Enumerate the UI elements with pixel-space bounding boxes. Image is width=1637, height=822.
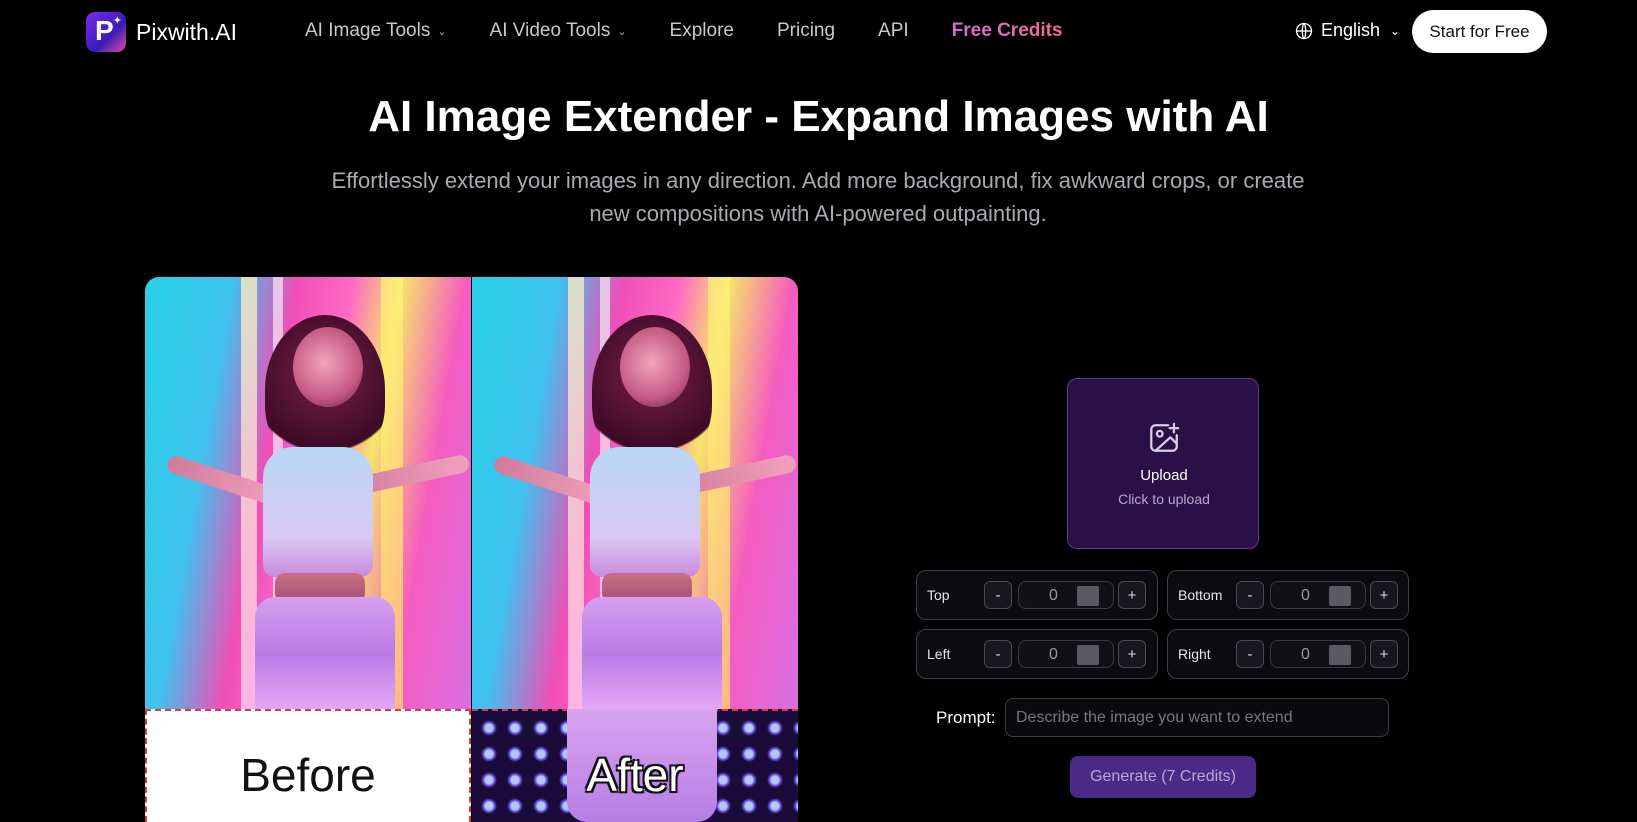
- spinner-icon[interactable]: [1077, 645, 1099, 665]
- menu-ai-image-tools[interactable]: AI Image Tools ⌄: [305, 20, 447, 42]
- right-value-input[interactable]: 0: [1270, 640, 1366, 668]
- top-nav: P ✦ Pixwith.AI AI Image Tools ⌄ AI Video …: [0, 0, 1637, 64]
- extend-left-label: Left: [927, 646, 951, 662]
- image-plus-icon: [1150, 422, 1180, 452]
- menu-api[interactable]: API: [878, 20, 909, 42]
- globe-icon: [1295, 22, 1313, 39]
- menu-ai-video-tools[interactable]: AI Video Tools ⌄: [490, 20, 627, 42]
- spinner-icon[interactable]: [1077, 586, 1099, 606]
- menu-explore[interactable]: Explore: [670, 20, 734, 42]
- right-value: 0: [1301, 646, 1310, 663]
- menu-label: Pricing: [776, 20, 836, 41]
- logo[interactable]: P ✦ Pixwith.AI: [86, 12, 237, 52]
- top-increment-button[interactable]: +: [1118, 581, 1146, 609]
- extend-right-control: Right - 0 +: [1167, 629, 1409, 679]
- menu-label: API: [878, 20, 909, 41]
- top-decrement-button[interactable]: -: [984, 581, 1012, 609]
- after-label: After: [586, 749, 684, 801]
- left-decrement-button[interactable]: -: [984, 640, 1012, 668]
- chevron-down-icon: ⌄: [437, 25, 447, 38]
- prompt-label: Prompt:: [936, 708, 996, 727]
- bottom-increment-button[interactable]: +: [1370, 581, 1398, 609]
- before-after-demo-image: Before After: [145, 277, 798, 822]
- left-increment-button[interactable]: +: [1118, 640, 1146, 668]
- bottom-value-input[interactable]: 0: [1270, 581, 1366, 609]
- before-label: Before: [240, 749, 376, 801]
- main-menu: AI Image Tools ⌄ AI Video Tools ⌄ Explor…: [305, 20, 1106, 42]
- spinner-icon[interactable]: [1329, 586, 1351, 606]
- bottom-decrement-button[interactable]: -: [1236, 581, 1264, 609]
- after-panel: After: [472, 277, 798, 822]
- upload-subtitle: Click to upload: [1118, 491, 1210, 507]
- logo-icon: P ✦: [86, 12, 126, 52]
- extend-left-control: Left - 0 +: [916, 629, 1158, 679]
- prompt-input[interactable]: [1005, 698, 1389, 737]
- menu-pricing[interactable]: Pricing: [777, 20, 835, 42]
- top-value: 0: [1049, 587, 1058, 604]
- before-panel: Before: [145, 277, 471, 822]
- page-subtitle: Effortlessly extend your images in any d…: [331, 168, 1305, 226]
- left-value-input[interactable]: 0: [1018, 640, 1114, 668]
- language-label: English: [1321, 20, 1381, 40]
- upload-dropzone[interactable]: Upload Click to upload: [1067, 378, 1259, 549]
- menu-label: Free Credits: [951, 20, 1063, 41]
- after-photo: [472, 277, 798, 711]
- extend-top-control: Top - 0 +: [916, 570, 1158, 620]
- spinner-icon[interactable]: [1329, 645, 1351, 665]
- right-decrement-button[interactable]: -: [1236, 640, 1264, 668]
- chevron-down-icon: ⌄: [617, 25, 627, 38]
- extend-right-label: Right: [1178, 646, 1211, 662]
- menu-label: AI Video Tools: [489, 20, 611, 41]
- menu-label: Explore: [669, 20, 734, 41]
- language-selector[interactable]: English ⌄: [1295, 20, 1400, 41]
- menu-label: AI Image Tools: [305, 20, 431, 41]
- extend-bottom-label: Bottom: [1178, 587, 1223, 603]
- extend-top-label: Top: [927, 587, 950, 603]
- menu-free-credits[interactable]: Free Credits: [952, 20, 1063, 42]
- bottom-value: 0: [1301, 587, 1310, 604]
- right-increment-button[interactable]: +: [1370, 640, 1398, 668]
- start-for-free-button[interactable]: Start for Free: [1412, 10, 1547, 53]
- before-photo: [145, 277, 471, 711]
- page-title: AI Image Extender - Expand Images with A…: [368, 92, 1269, 141]
- left-value: 0: [1049, 646, 1058, 663]
- logo-text: Pixwith.AI: [136, 18, 237, 45]
- generate-button[interactable]: Generate (7 Credits): [1070, 756, 1256, 798]
- chevron-down-icon: ⌄: [1390, 23, 1401, 38]
- top-value-input[interactable]: 0: [1018, 581, 1114, 609]
- extend-bottom-control: Bottom - 0 +: [1167, 570, 1409, 620]
- upload-title: Upload: [1140, 467, 1188, 484]
